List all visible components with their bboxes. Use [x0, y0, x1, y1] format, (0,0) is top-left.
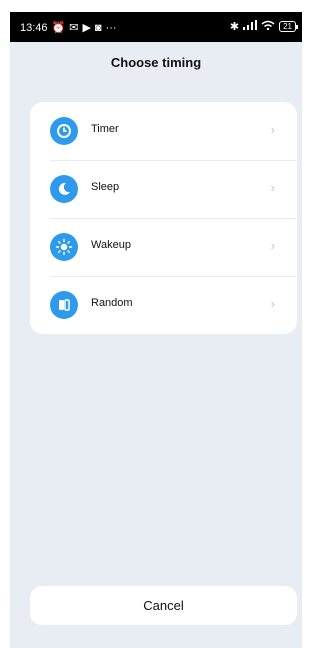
chevron-right-icon: ›: [270, 122, 275, 137]
random-icon: [50, 291, 78, 319]
clock-icon: [50, 117, 78, 145]
timing-options-card: Timer › Sleep › Wakeup › Random ›: [30, 102, 297, 334]
cancel-button[interactable]: Cancel: [30, 586, 297, 625]
timing-option-sleep[interactable]: Sleep ›: [30, 160, 297, 218]
status-left: 13:46 ⏰ ✉ ▶ ◙ ···: [20, 21, 117, 35]
bluetooth-icon: ✱: [229, 21, 240, 33]
timing-option-label: Timer: [91, 123, 119, 135]
play-icon: ▶: [82, 22, 91, 34]
status-time: 13:46: [20, 21, 48, 34]
timing-option-label: Random: [91, 297, 133, 309]
chevron-right-icon: ›: [270, 238, 275, 253]
more-icon: ···: [105, 21, 117, 34]
timing-option-timer[interactable]: Timer ›: [30, 102, 297, 160]
message-icon: ✉: [69, 22, 79, 34]
chevron-right-icon: ›: [270, 296, 275, 311]
battery-icon: 21: [279, 21, 298, 32]
shield-icon: ◙: [94, 21, 102, 34]
timing-option-wakeup[interactable]: Wakeup ›: [30, 218, 297, 276]
status-bar: 13:46 ⏰ ✉ ▶ ◙ ··· ✱ 21: [10, 12, 302, 42]
sun-icon: [50, 233, 78, 261]
timing-option-label: Sleep: [91, 181, 120, 193]
status-right: ✱ 21: [229, 20, 298, 33]
chevron-right-icon: ›: [270, 180, 275, 195]
app-screen: 13:46 ⏰ ✉ ▶ ◙ ··· ✱ 21 Choose timing Tim…: [10, 12, 302, 648]
alarm-off-icon: ⏰: [51, 22, 66, 34]
page-title: Choose timing: [110, 55, 202, 70]
timing-option-label: Wakeup: [91, 239, 131, 251]
timing-option-random[interactable]: Random ›: [30, 276, 297, 334]
wifi-icon: [261, 20, 275, 33]
signal-icon: [243, 20, 258, 33]
moon-icon: [50, 175, 78, 203]
